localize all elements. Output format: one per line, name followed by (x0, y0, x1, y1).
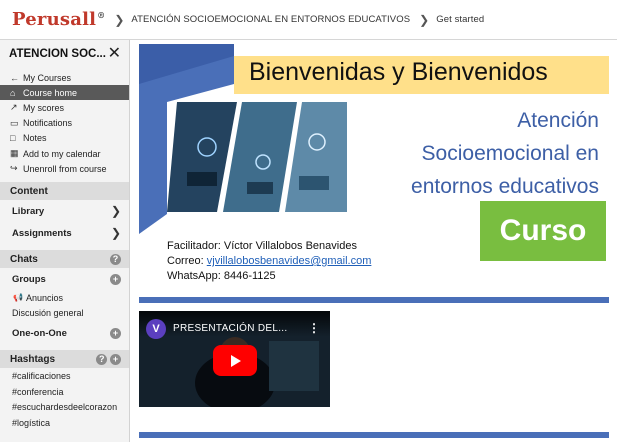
curso-badge: Curso (480, 201, 606, 261)
chats-section-header: Chats? (0, 250, 129, 269)
course-title: ATENCIÓN SOC... (9, 48, 106, 60)
facilitator-whatsapp: WhatsApp: 8446-1125 (167, 270, 276, 282)
content-section-header: Content (0, 182, 129, 201)
facilitator-info: Facilitador: Víctor Villalobos Benavides… (167, 239, 371, 284)
sidebar-item-one-on-one[interactable]: One-on-One + (0, 322, 129, 344)
sidebar-item-unenroll[interactable]: ↪ Unenroll from course (0, 161, 129, 176)
close-icon[interactable]: ✕ (108, 46, 121, 62)
chevron-right-icon: ❯ (110, 204, 121, 219)
course-subtitle: Atención Socioemocional en entornos educ… (411, 109, 599, 198)
sidebar-item-assignments[interactable]: Assignments ❯ (0, 222, 129, 244)
hashtag-item[interactable]: #conferencia (0, 384, 129, 400)
chevron-right-icon: ❯ (110, 226, 121, 241)
youtube-video-embed[interactable]: V PRESENTACIÓN DEL... ⋮ (139, 311, 330, 407)
calendar-icon: ▦ (10, 148, 19, 159)
divider (139, 297, 609, 303)
breadcrumb-page: Get started (436, 14, 485, 25)
sidebar-nav: ← My Courses ⌂ Course home ↗ My scores ▭ Not… (0, 70, 129, 176)
channel-avatar[interactable]: V (146, 319, 166, 339)
megaphone-icon: 📢 (13, 293, 23, 303)
sidebar-item-calendar[interactable]: ▦ Add to my calendar (0, 146, 129, 161)
hashtag-item[interactable]: #logística (0, 415, 129, 431)
email-link[interactable]: vjvillalobosbenavides@gmail.com (207, 255, 372, 267)
sidebar: ATENCIÓN SOC... ✕ ← My Courses ⌂ Course ho… (0, 40, 130, 442)
unenroll-icon: ↪ (10, 163, 18, 174)
chat-item-discusion-general[interactable]: Discusión general (0, 305, 129, 320)
welcome-slide: Bienvenidas y Bienvenidos Atención Socio… (139, 44, 609, 299)
slide-title: Bienvenidas y Bienvenidos (249, 58, 548, 86)
hashtag-item[interactable]: #escuchardesdeelcorazon (0, 399, 129, 415)
add-chat-icon[interactable]: + (110, 327, 121, 339)
sidebar-item-course-home[interactable]: ⌂ Course home (0, 85, 129, 101)
notifications-icon: ▭ (10, 117, 19, 128)
chart-icon: ↗ (10, 102, 18, 113)
sidebar-item-my-courses[interactable]: ← My Courses (0, 70, 129, 85)
sidebar-item-groups[interactable]: Groups + (0, 268, 129, 290)
facilitator-email-line: Correo: vjvillalobosbenavides@gmail.com (167, 255, 372, 267)
home-icon: ⌂ (10, 87, 16, 98)
chevron-right-icon: ❯ (419, 12, 430, 27)
sidebar-item-library[interactable]: Library ❯ (0, 200, 129, 222)
facilitator-name: Facilitador: Víctor Villalobos Benavides (167, 240, 357, 252)
play-button[interactable] (213, 345, 257, 376)
sidebar-item-notifications[interactable]: ▭ Notifications (0, 116, 129, 131)
main-content: Bienvenidas y Bienvenidos Atención Socio… (131, 40, 617, 442)
sidebar-course-header: ATENCIÓN SOC... ✕ (0, 40, 129, 68)
breadcrumb-course[interactable]: ATENCIÓN SOCIOEMOCIONAL EN ENTORNOS EDUC… (131, 14, 410, 25)
sidebar-item-notes[interactable]: □ Notes (0, 131, 129, 146)
add-group-icon[interactable]: + (110, 273, 121, 285)
technology-photos (167, 102, 347, 212)
arrow-left-icon: ← (10, 72, 19, 83)
help-icon[interactable]: ? (96, 353, 108, 365)
divider (139, 432, 609, 438)
more-options-icon[interactable]: ⋮ (308, 321, 320, 335)
video-title[interactable]: PRESENTACIÓN DEL... (173, 323, 287, 334)
sidebar-item-my-scores[interactable]: ↗ My scores (0, 100, 129, 115)
chat-item-anuncios[interactable]: 📢 Anuncios (0, 290, 129, 305)
play-icon (231, 354, 241, 367)
chevron-right-icon: ❯ (114, 12, 125, 27)
help-icon[interactable]: ? (110, 253, 121, 265)
hashtags-section-header: Hashtags ? + (0, 350, 129, 369)
perusall-logo[interactable]: Perusall® (12, 9, 105, 30)
notes-icon: □ (10, 133, 16, 144)
hashtag-item[interactable]: #calificaciones (0, 368, 129, 384)
top-bar: Perusall® ❯ ATENCIÓN SOCIOEMOCIONAL EN E… (0, 0, 617, 40)
add-hashtag-icon[interactable]: + (110, 353, 121, 365)
